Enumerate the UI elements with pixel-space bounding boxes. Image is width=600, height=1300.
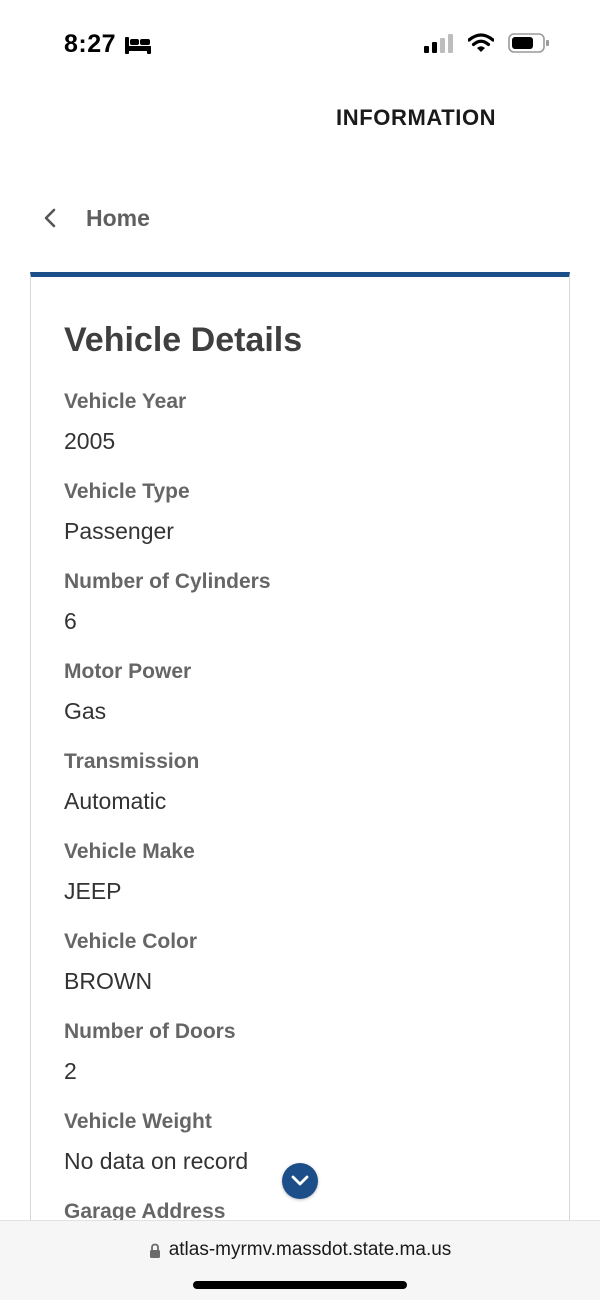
chevron-left-icon [44,208,56,228]
back-to-home-link[interactable]: Home [40,200,150,236]
chevron-down-icon [291,1175,309,1186]
bed-icon [125,36,152,54]
signal-icon [424,34,453,53]
status-bar-time: 8:27 [64,30,152,59]
field-motor-power: Motor Power Gas [64,657,534,747]
field-value: Passenger [64,518,174,544]
field-value: Automatic [64,788,167,814]
field-value: 2 [64,1058,77,1084]
field-label: Vehicle Year [64,390,187,413]
battery-icon [508,33,549,53]
time-text: 8:27 [64,30,117,58]
field-label: Number of Cylinders [64,570,271,593]
field-value: 6 [64,608,77,634]
field-vehicle-color: Vehicle Color BROWN [64,927,534,1017]
field-label: Number of Doors [64,1020,236,1043]
page-header-title: INFORMATION [336,105,497,130]
field-vehicle-make: Vehicle Make JEEP [64,837,534,927]
vehicle-details-card: Vehicle Details Vehicle Year 2005 Vehicl… [30,272,570,1232]
card-title: Vehicle Details [64,321,303,359]
lock-icon [149,1243,160,1258]
field-value: BROWN [64,968,153,994]
field-number-of-doors: Number of Doors 2 [64,1017,534,1107]
field-label: Motor Power [64,660,192,683]
field-label: Vehicle Make [64,840,195,863]
field-value: 2005 [64,428,116,454]
field-label: Transmission [64,750,200,773]
status-bar-indicators [424,33,550,53]
url-field[interactable]: atlas-myrmv.massdot.state.ma.us [0,1239,600,1261]
vehicle-fields-list: Vehicle Year 2005 Vehicle Type Passenger… [64,387,534,1287]
home-indicator[interactable] [193,1281,407,1289]
field-label: Vehicle Color [64,930,198,953]
field-number-of-cylinders: Number of Cylinders 6 [64,567,534,657]
url-text: atlas-myrmv.massdot.state.ma.us [168,1239,452,1260]
wifi-icon [468,33,494,52]
field-label: Vehicle Weight [64,1110,212,1133]
scroll-down-button[interactable] [282,1163,318,1199]
field-label: Vehicle Type [64,480,190,503]
browser-address-bar: atlas-myrmv.massdot.state.ma.us [0,1220,600,1300]
field-vehicle-year: Vehicle Year 2005 [64,387,534,477]
field-transmission: Transmission Automatic [64,747,534,837]
field-vehicle-type: Vehicle Type Passenger [64,477,534,567]
field-value: JEEP [64,878,122,904]
field-value: Gas [64,698,107,724]
back-link-label: Home [86,204,150,231]
